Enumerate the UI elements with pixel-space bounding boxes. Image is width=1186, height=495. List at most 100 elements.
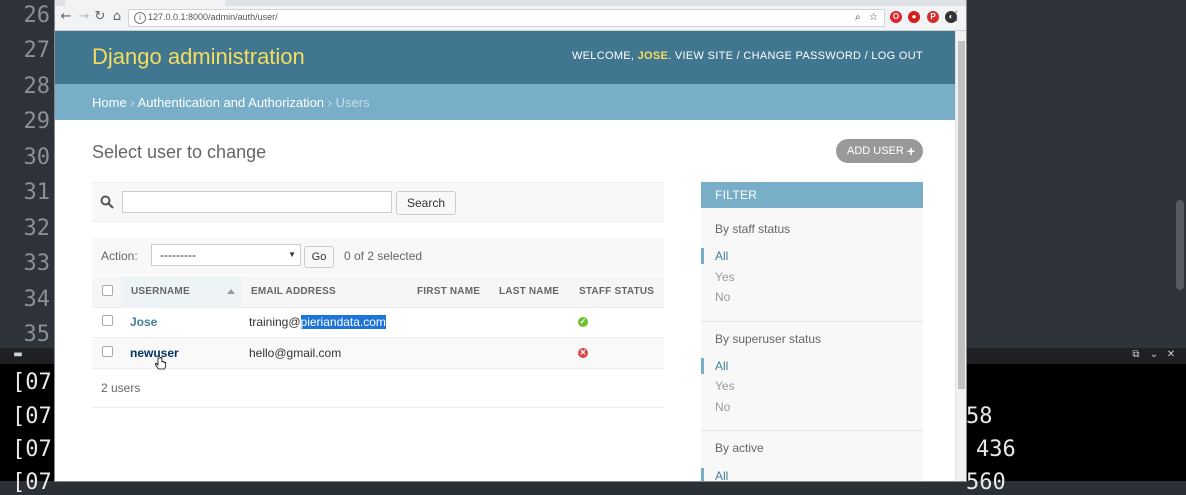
search-button[interactable]: Search	[396, 191, 456, 215]
breadcrumb-separator: ›	[327, 95, 332, 110]
line-number: 26	[23, 3, 51, 28]
adblock-extension-icon[interactable]: ●	[908, 11, 920, 23]
url-text: 127.0.0.1:8000/admin/auth/user/	[148, 12, 278, 22]
breadcrumb-app[interactable]: Authentication and Authorization	[138, 95, 324, 110]
search-input[interactable]	[122, 191, 392, 213]
menu-icon[interactable]: ⋮	[950, 10, 963, 24]
line-number: 29	[23, 109, 51, 134]
zoom-icon[interactable]: ⌕	[855, 12, 861, 23]
divider	[701, 430, 923, 431]
home-icon[interactable]: ⌂	[110, 10, 124, 24]
change-password-link[interactable]: CHANGE PASSWORD	[743, 50, 861, 62]
add-user-button[interactable]: ADD USER +	[836, 139, 923, 163]
line-number: 32	[23, 216, 51, 241]
separator: /	[736, 50, 740, 62]
pinterest-extension-icon[interactable]: P	[927, 11, 939, 23]
filter-selected-marker	[701, 358, 704, 374]
line-number: 34	[23, 287, 51, 312]
reload-icon[interactable]: ↻	[93, 10, 107, 24]
editor-scrollbar[interactable]	[1176, 200, 1184, 290]
editor-area[interactable]	[966, 0, 1186, 348]
browser-toolbar: ← → ↻ ⌂ i 127.0.0.1:8000/admin/auth/user…	[55, 0, 966, 31]
bookmark-star-icon[interactable]: ☆	[869, 12, 878, 23]
dropdown-arrow-icon: ▼	[288, 250, 296, 259]
result-count: 2 users	[101, 381, 141, 395]
view-site-link[interactable]: VIEW SITE	[675, 50, 733, 62]
action-label: Action:	[101, 249, 138, 263]
filter-option-all[interactable]: All	[715, 249, 728, 263]
row-checkbox[interactable]	[102, 315, 113, 326]
back-icon[interactable]: ←	[59, 10, 73, 24]
line-number: 33	[23, 251, 51, 276]
log-out-link[interactable]: LOG OUT	[871, 50, 923, 62]
email-cell: training@pieriandata.com	[249, 315, 386, 329]
chevron-down-icon[interactable]: ⌄	[1149, 350, 1159, 360]
column-first-name[interactable]: FIRST NAME	[417, 286, 480, 297]
column-username[interactable]: USERNAME	[131, 286, 190, 297]
filter-option-all[interactable]: All	[715, 469, 728, 481]
filter-title: FILTER	[701, 182, 923, 208]
maximize-icon[interactable]: ⧉	[1131, 350, 1141, 360]
action-select[interactable]: --------- ▼	[151, 244, 301, 266]
admin-header: Django administration WELCOME, JOSE. VIE…	[55, 31, 955, 84]
filter-option-yes[interactable]: Yes	[715, 379, 735, 393]
filter-option-all[interactable]: All	[715, 359, 728, 373]
opera-extension-icon[interactable]: O	[890, 11, 902, 23]
column-last-name[interactable]: LAST NAME	[499, 286, 559, 297]
table-row: Jose training@pieriandata.com ✓	[92, 307, 664, 338]
editor-gutter: 26 27 28 29 30 31 32 33 34 35	[0, 0, 55, 348]
info-icon[interactable]: i	[134, 12, 146, 24]
browser-window: ← → ↻ ⌂ i 127.0.0.1:8000/admin/auth/user…	[55, 0, 966, 481]
close-icon[interactable]: ✕	[1166, 350, 1176, 360]
site-title[interactable]: Django administration	[92, 44, 305, 70]
column-staff-status[interactable]: STAFF STATUS	[579, 286, 654, 297]
terminal-line: 560	[966, 470, 1006, 495]
forward-icon[interactable]: →	[77, 10, 91, 24]
scrollbar-thumb[interactable]	[958, 41, 965, 389]
selected-text: pieriandata.com	[300, 315, 386, 329]
admin-page: Django administration WELCOME, JOSE. VIE…	[55, 31, 955, 481]
hand-cursor-icon	[155, 357, 167, 370]
sort-ascending-icon[interactable]	[227, 289, 235, 294]
divider	[701, 321, 923, 322]
go-button[interactable]: Go	[304, 246, 334, 268]
active-tab[interactable]	[65, 0, 225, 6]
line-number: 35	[23, 322, 51, 347]
selection-counter: 0 of 2 selected	[344, 249, 423, 263]
select-all-checkbox[interactable]	[102, 285, 113, 296]
search-toolbar: Search	[92, 182, 664, 222]
filter-heading: By staff status	[715, 222, 791, 236]
breadcrumb-current: Users	[335, 95, 370, 110]
line-number: 30	[23, 145, 51, 170]
plus-icon: +	[906, 143, 915, 159]
results-table-header: USERNAME EMAIL ADDRESS FIRST NAME LAST N…	[92, 276, 664, 308]
filter-option-no[interactable]: No	[715, 290, 730, 304]
email-cell: hello@gmail.com	[249, 346, 342, 360]
terminal-line: 436	[976, 437, 1016, 462]
email-text: training@	[249, 315, 301, 329]
action-select-value: ---------	[160, 248, 196, 262]
terminal-line: [07	[12, 437, 52, 462]
line-number: 28	[23, 74, 51, 99]
line-number: 31	[23, 180, 51, 205]
address-bar[interactable]: i 127.0.0.1:8000/admin/auth/user/ ⌕ ☆	[128, 9, 885, 27]
filter-selected-marker	[701, 248, 704, 264]
user-tools: WELCOME, JOSE. VIEW SITE / CHANGE PASSWO…	[571, 50, 923, 62]
filter-panel: FILTER By staff status All Yes No By sup…	[701, 182, 923, 481]
staff-false-icon: ✕	[578, 348, 588, 358]
line-number: 27	[23, 38, 51, 63]
filter-option-no[interactable]: No	[715, 400, 730, 414]
result-count-bar: 2 users	[92, 370, 664, 408]
terminal-line: [07	[12, 470, 52, 495]
filter-option-yes[interactable]: Yes	[715, 270, 735, 284]
breadcrumb-separator: ›	[130, 95, 135, 110]
terminal-icon: ▬	[13, 349, 23, 360]
page-scrollbar[interactable]	[955, 31, 966, 481]
username-link[interactable]: Jose	[130, 315, 157, 329]
welcome-label: WELCOME,	[571, 50, 635, 62]
terminal-line: [07	[12, 404, 52, 429]
breadcrumb-home[interactable]: Home	[92, 95, 127, 110]
filter-heading: By active	[715, 441, 764, 455]
row-checkbox[interactable]	[102, 346, 113, 357]
column-email[interactable]: EMAIL ADDRESS	[251, 286, 336, 297]
